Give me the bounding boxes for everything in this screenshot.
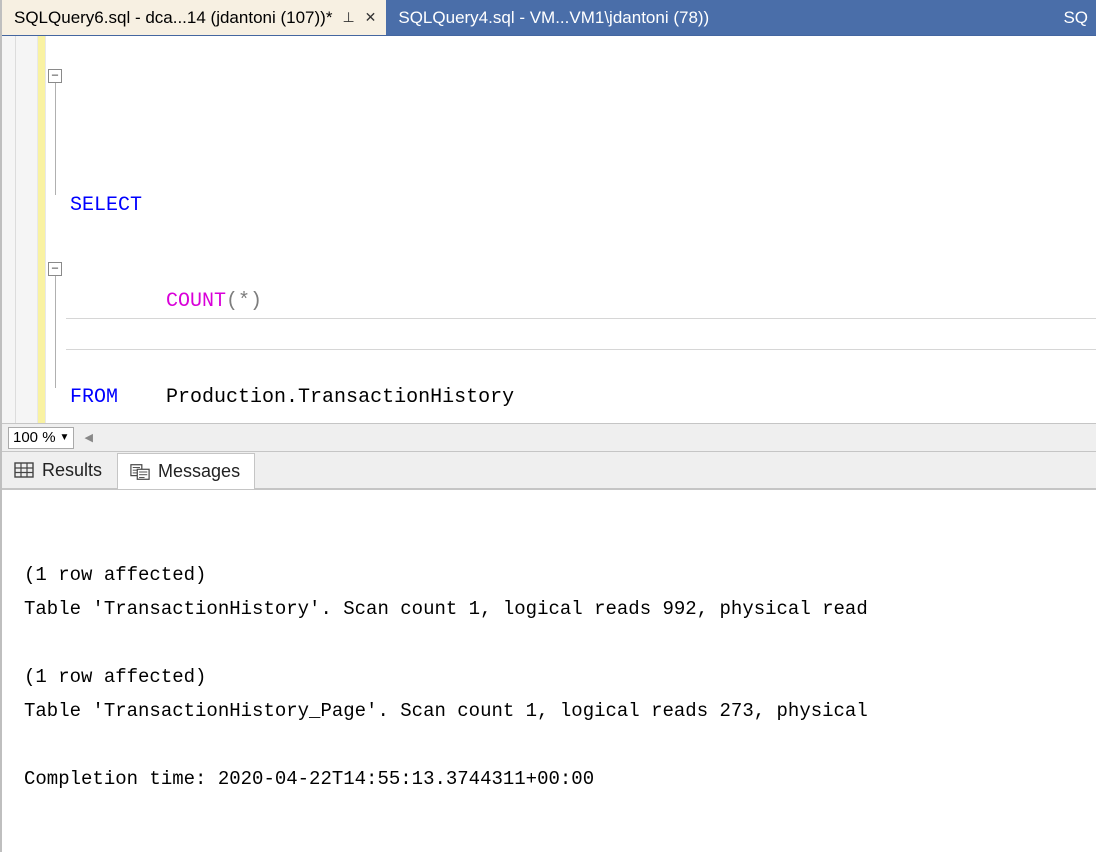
current-line-highlight: [66, 318, 1096, 350]
function-count: COUNT: [166, 290, 226, 313]
ssms-window: SQLQuery6.sql - dca...14 (jdantoni (107)…: [0, 0, 1096, 852]
fold-toggle-icon[interactable]: −: [48, 262, 62, 276]
zoom-value: 100 %: [13, 429, 56, 446]
table-name: Production.TransactionHistory: [166, 386, 514, 409]
message-line: (1 row affected): [24, 564, 206, 586]
zoom-bar: 100 % ▼ ◀: [2, 424, 1096, 452]
grid-icon: [14, 461, 34, 479]
tab-overflow[interactable]: SQ: [1055, 0, 1096, 35]
messages-output[interactable]: (1 row affected) Table 'TransactionHisto…: [2, 490, 1096, 852]
editor-gutter: [2, 36, 16, 423]
message-line: Table 'TransactionHistory_Page'. Scan co…: [24, 700, 868, 722]
tab-label: Results: [42, 460, 102, 481]
tab-sqlquery4[interactable]: SQLQuery4.sql - VM...VM1\jdantoni (78)): [386, 0, 719, 35]
pin-icon[interactable]: ⊥: [342, 9, 354, 26]
tab-results[interactable]: Results: [2, 452, 117, 488]
tab-title: SQLQuery4.sql - VM...VM1\jdantoni (78)): [398, 8, 709, 28]
fold-column: − −: [46, 36, 66, 423]
keyword-from: FROM: [70, 386, 118, 409]
message-line: Table 'TransactionHistory'. Scan count 1…: [24, 598, 868, 620]
fold-guide: [55, 276, 56, 388]
message-line: Completion time: 2020-04-22T14:55:13.374…: [24, 768, 594, 790]
hscroll-left-icon[interactable]: ◀: [80, 431, 96, 444]
chevron-down-icon: ▼: [60, 432, 70, 443]
tab-title: SQLQuery6.sql - dca...14 (jdantoni (107)…: [14, 8, 332, 28]
code-line: FROM Production.TransactionHistory: [66, 382, 1096, 414]
results-panel-tabs: Results Messages: [2, 452, 1096, 490]
tab-spacer: [719, 0, 1055, 35]
code-line: COUNT(*): [66, 286, 1096, 318]
overflow-label: SQ: [1063, 8, 1088, 28]
zoom-dropdown[interactable]: 100 % ▼: [8, 427, 74, 449]
code-line: SELECT: [66, 190, 1096, 222]
document-tabstrip: SQLQuery6.sql - dca...14 (jdantoni (107)…: [2, 0, 1096, 36]
tab-label: Messages: [158, 461, 240, 482]
messages-icon: [130, 463, 150, 481]
selection-margin: [16, 36, 38, 423]
change-bar: [38, 36, 46, 423]
code-surface[interactable]: SELECT COUNT(*) FROM Production.Transact…: [66, 36, 1096, 423]
message-line: (1 row affected): [24, 666, 206, 688]
tab-sqlquery6[interactable]: SQLQuery6.sql - dca...14 (jdantoni (107)…: [2, 0, 386, 35]
star-args: (*): [226, 290, 262, 313]
keyword-select: SELECT: [70, 194, 142, 217]
tab-messages[interactable]: Messages: [117, 453, 255, 489]
sql-editor[interactable]: − − SELECT COUNT(*) FROM Production.Tran…: [2, 36, 1096, 424]
fold-toggle-icon[interactable]: −: [48, 69, 62, 83]
fold-guide: [55, 83, 56, 195]
close-icon[interactable]: ✕: [365, 9, 377, 26]
